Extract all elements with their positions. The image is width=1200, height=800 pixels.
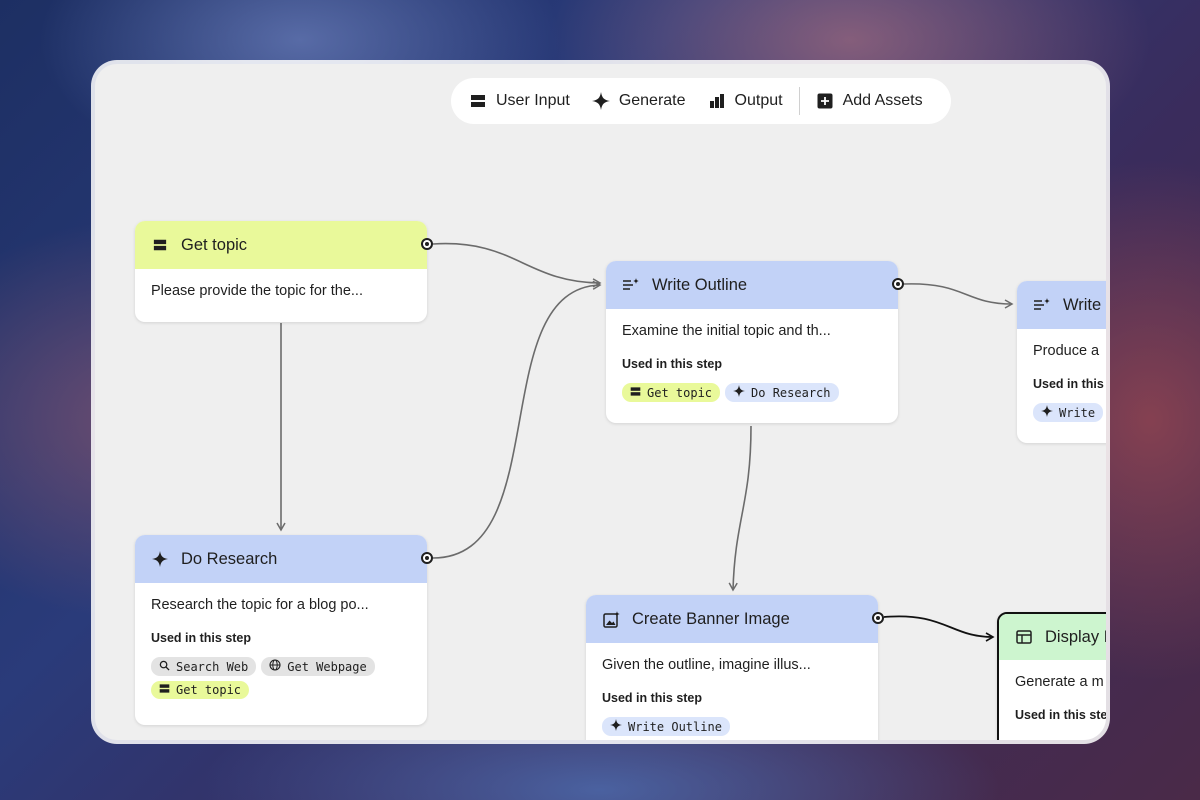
user-input-icon	[151, 236, 169, 254]
node-title: Write	[1063, 295, 1102, 314]
generate-sparkle-icon	[591, 92, 610, 110]
user-input-label: User Input	[496, 92, 570, 109]
output-port-get-topic[interactable]	[421, 238, 433, 250]
output-port-create-banner[interactable]	[872, 612, 884, 624]
add-assets-label: Add Assets	[842, 92, 923, 109]
chip-get-topic[interactable]: Get topic	[151, 681, 250, 699]
node-header: Do Research	[135, 535, 427, 583]
chip-list: Write Outline	[602, 717, 862, 736]
used-in-step-label: Used in this step	[622, 357, 723, 371]
output-icon	[708, 92, 726, 110]
node-body: Generate a m Used in this ste	[999, 660, 1106, 736]
node-description: Produce a	[1033, 343, 1100, 359]
node-description: Generate a m	[1015, 674, 1104, 690]
chip-search-web[interactable]: Search Web	[151, 657, 257, 676]
generate-sparkle-icon	[1041, 405, 1053, 420]
node-get-topic[interactable]: Get topic Please provide the topic for t…	[135, 221, 427, 322]
chip-label: Do Research	[751, 385, 831, 400]
node-title: Display I	[1045, 627, 1106, 646]
generate-sparkle-icon	[610, 719, 622, 734]
globe-icon	[269, 659, 281, 674]
chip-label: Write Outline	[628, 719, 722, 734]
node-body: Research the topic for a blog po... Used…	[135, 583, 427, 713]
node-do-research[interactable]: Do Research Research the topic for a blo…	[135, 535, 427, 725]
edge-banner-to-display	[883, 615, 995, 642]
generate-sparkle-icon	[733, 385, 746, 400]
chip-label: Get topic	[647, 385, 713, 400]
add-assets-icon	[816, 92, 834, 110]
output-label: Output	[734, 92, 783, 109]
node-header: Get topic	[135, 221, 427, 269]
output-port-do-research[interactable]	[421, 552, 433, 564]
node-title: Do Research	[181, 549, 278, 568]
generate-label: Generate	[618, 92, 686, 109]
node-create-banner-image[interactable]: Create Banner Image Given the outline, i…	[586, 595, 878, 740]
used-in-step-label: Used in this	[1033, 377, 1104, 391]
node-title: Get topic	[181, 235, 248, 254]
chip-list: Search Web Get Webpage Get topic	[151, 657, 411, 699]
generate-sparkle-icon	[151, 550, 169, 568]
node-toolbar: User Input Generate Output Add Assets	[451, 78, 951, 124]
node-description: Research the topic for a blog po...	[151, 597, 369, 613]
edge-write-outline-to-banner	[728, 425, 752, 592]
node-description: Examine the initial topic and th...	[622, 323, 831, 339]
node-write-outline[interactable]: Write Outline Examine the initial topic …	[606, 261, 898, 423]
chip-write-outline[interactable]: Write Outline	[602, 717, 730, 736]
node-header: Write	[1017, 281, 1106, 329]
chip-label: Get Webpage	[287, 659, 367, 674]
chip-get-webpage[interactable]: Get Webpage	[261, 657, 375, 676]
generate-button[interactable]: Generate	[591, 92, 686, 110]
node-header: Create Banner Image	[586, 595, 878, 643]
node-description: Please provide the topic for the...	[151, 283, 363, 299]
node-body: Given the outline, imagine illus... Used…	[586, 643, 878, 740]
chip-write[interactable]: Write	[1033, 403, 1104, 422]
flow-canvas[interactable]: User Input Generate Output Add Assets Ge…	[95, 64, 1106, 740]
node-header: Display I	[999, 614, 1106, 660]
used-in-step-label: Used in this step	[151, 631, 252, 645]
node-title: Create Banner Image	[632, 609, 790, 628]
image-icon	[602, 610, 620, 628]
user-input-icon	[630, 386, 641, 400]
edge-write-outline-to-write	[903, 283, 1014, 309]
chip-label: Get topic	[176, 683, 242, 697]
chip-label: Search Web	[176, 659, 249, 674]
toolbar-divider	[798, 87, 800, 115]
used-in-step-label: Used in this ste	[1015, 708, 1106, 722]
edge-do-research-to-write-outline	[432, 280, 602, 559]
outline-icon	[622, 276, 640, 294]
user-input-icon	[469, 92, 487, 110]
chip-get-topic[interactable]: Get topic	[622, 383, 721, 402]
node-write-partial[interactable]: Write Produce a Used in this Write	[1017, 281, 1106, 443]
output-button[interactable]: Output	[708, 92, 783, 110]
display-icon	[1015, 628, 1033, 646]
outline-icon	[1033, 296, 1051, 314]
node-body: Produce a Used in this Write	[1017, 329, 1106, 436]
node-description: Given the outline, imagine illus...	[602, 657, 811, 673]
output-port-write-outline[interactable]	[892, 278, 904, 290]
search-icon	[159, 660, 170, 674]
chip-label: Write	[1059, 405, 1096, 420]
chip-list: Get topic Do Research	[622, 383, 882, 402]
node-header: Write Outline	[606, 261, 898, 309]
node-display-partial[interactable]: Display I Generate a m Used in this ste	[997, 612, 1106, 740]
add-assets-button[interactable]: Add Assets	[816, 92, 923, 110]
user-input-icon	[159, 683, 170, 697]
chip-do-research[interactable]: Do Research	[725, 383, 839, 402]
chip-list: Write	[1033, 403, 1106, 422]
used-in-step-label: Used in this step	[602, 691, 703, 705]
edge-get-topic-to-write-outline	[432, 242, 602, 288]
node-body: Examine the initial topic and th... Used…	[606, 309, 898, 416]
user-input-button[interactable]: User Input	[469, 92, 570, 110]
node-title: Write Outline	[652, 275, 748, 294]
